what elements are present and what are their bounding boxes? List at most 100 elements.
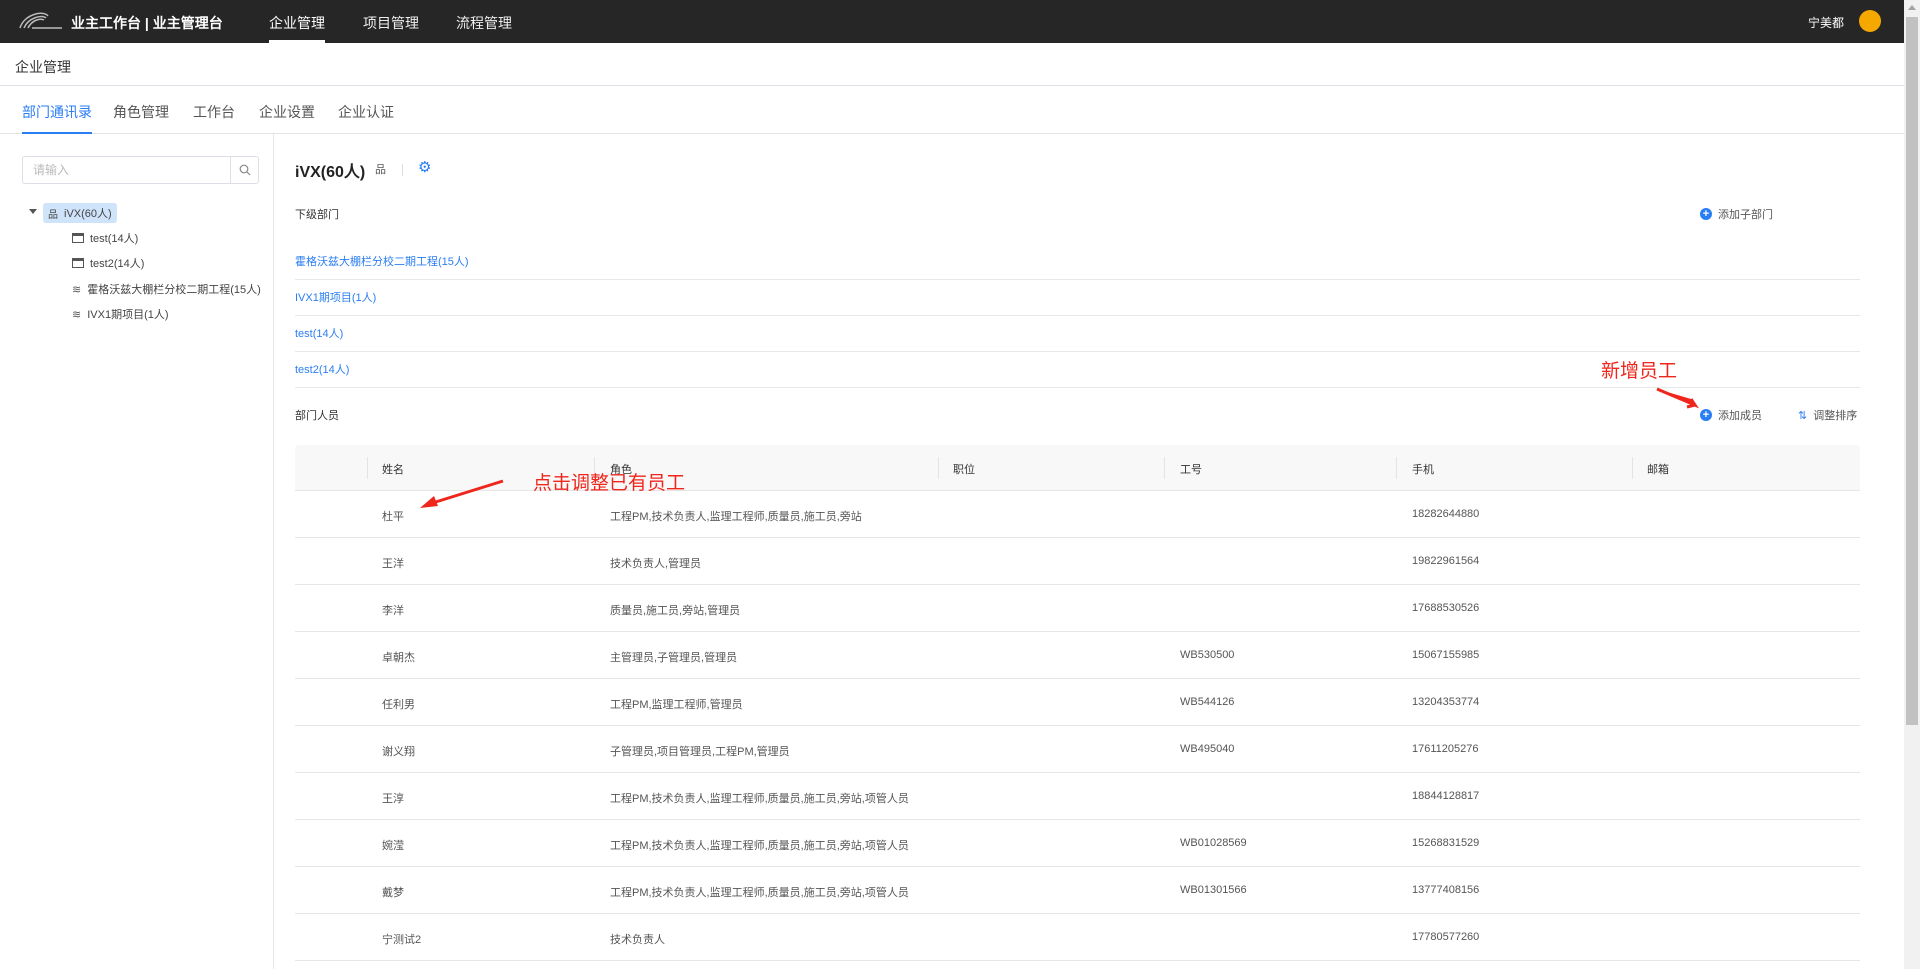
table-row[interactable]: 婉滢 工程PM,技术负责人,监理工程师,质量员,施工员,旁站,项管人员 WB0102… (295, 820, 1860, 867)
table-row[interactable]: 卓朝杰 主管理员,子管理员,管理员 WB530500 15067155985 (295, 632, 1860, 679)
tab-dept-directory[interactable]: 部门通讯录 (22, 102, 92, 134)
cell-phone: 17780577260 (1412, 931, 1480, 943)
table-row[interactable]: 杜平 工程PM,技术负责人,监理工程师,质量员,施工员,旁站 18282644880 (295, 491, 1860, 538)
add-sub-dept-button[interactable]: + 添加子部门 (1700, 206, 1773, 222)
cell-phone: 17688530526 (1412, 602, 1480, 614)
column-divider (1396, 457, 1397, 479)
cell-phone: 18282644880 (1412, 508, 1480, 520)
cell-name[interactable]: 杜平 (382, 508, 404, 524)
tab-roles[interactable]: 角色管理 (113, 102, 169, 122)
divider (402, 164, 403, 176)
top-navbar: 业主工作台 | 业主管理台 企业管理 项目管理 流程管理 宁美都 (0, 0, 1904, 43)
sub-dept-row[interactable]: IVX1期项目(1人) (295, 280, 1860, 316)
org-icon: 品 (48, 209, 58, 221)
tree-item-root[interactable]: 品 iVX(60人) (43, 203, 117, 223)
cell-name[interactable]: 任利男 (382, 696, 415, 712)
table-row[interactable]: 宁测试2 技术负责人 17780577260 (295, 914, 1860, 961)
tree-item[interactable]: ≋ IVX1期项目(1人) (72, 304, 169, 324)
cell-name[interactable]: 王淳 (382, 790, 404, 806)
org-chart-icon[interactable]: 品 (375, 161, 386, 177)
table-row[interactable]: 王淳 工程PM,技术负责人,监理工程师,质量员,施工员,旁站,项管人员 188441… (295, 773, 1860, 820)
table-row[interactable]: 戴梦 工程PM,技术负责人,监理工程师,质量员,施工员,旁站,项管人员 WB0130… (295, 867, 1860, 914)
tree-item[interactable]: test2(14人) (72, 253, 144, 273)
cell-name[interactable]: 李洋 (382, 602, 404, 618)
sub-dept-row[interactable]: test(14人) (295, 316, 1860, 352)
annotation-edit-employee: 点击调整已有员工 (533, 473, 686, 494)
cell-phone: 19822961564 (1412, 555, 1480, 567)
tree-label: test(14人) (90, 233, 139, 245)
plus-circle-icon: + (1700, 208, 1712, 220)
adjust-sort-button[interactable]: ⇅ 调整排序 (1798, 407, 1857, 423)
table-row[interactable]: 王洋 技术负责人,管理员 19822961564 (295, 538, 1860, 585)
tab-certification[interactable]: 企业认证 (338, 102, 394, 122)
scrollbar-thumb[interactable] (1906, 17, 1918, 725)
cell-role: 工程PM,监理工程师,管理员 (610, 699, 743, 711)
search-button[interactable] (230, 157, 258, 183)
cell-phone: 13777408156 (1412, 884, 1480, 896)
sub-dept-link[interactable]: IVX1期项目(1人) (295, 292, 376, 304)
cell-role: 质量员,施工员,旁站,管理员 (610, 605, 741, 617)
layers-icon: ≋ (72, 308, 82, 321)
table-row[interactable]: 李洋 质量员,施工员,旁站,管理员 17688530526 (295, 585, 1860, 632)
sort-icon: ⇅ (1798, 409, 1808, 422)
logo-icon (19, 12, 62, 29)
tree-item[interactable]: test(14人) (72, 228, 138, 248)
tab-bar: 部门通讯录 角色管理 工作台 企业设置 企业认证 (0, 86, 1904, 134)
sub-dept-link[interactable]: test(14人) (295, 328, 343, 340)
annotation-arrow-icon (1656, 387, 1700, 409)
cell-role: 主管理员,子管理员,管理员 (610, 652, 738, 664)
tree-label: 霍格沃兹大棚栏分校二期工程(15人) (87, 284, 261, 296)
search-icon (239, 164, 250, 176)
cell-phone: 18844128817 (1412, 790, 1480, 802)
settings-gear-icon[interactable]: ⚙ (418, 158, 431, 176)
button-label: 添加子部门 (1718, 209, 1773, 221)
card-icon (72, 233, 84, 243)
column-divider (938, 457, 939, 479)
sub-dept-link[interactable]: test2(14人) (295, 364, 349, 376)
scrollbar[interactable] (1904, 0, 1920, 969)
cell-name[interactable]: 戴梦 (382, 884, 404, 900)
search-input[interactable] (23, 157, 228, 183)
annotation-add-employee: 新增员工 (1601, 361, 1678, 382)
cell-role: 工程PM,技术负责人,监理工程师,质量员,施工员,旁站,项管人员 (610, 793, 909, 805)
table-row[interactable]: 谢义翔 子管理员,项目管理员,工程PM,管理员 WB495040 1761120527… (295, 726, 1860, 773)
scroll-up-icon[interactable] (1908, 5, 1916, 10)
sub-dept-link[interactable]: 霍格沃兹大棚栏分校二期工程(15人) (295, 256, 469, 268)
cell-phone: 15067155985 (1412, 649, 1480, 661)
nav-process[interactable]: 流程管理 (456, 13, 512, 33)
cell-role: 工程PM,技术负责人,监理工程师,质量员,施工员,旁站 (610, 511, 862, 523)
page-title: 企业管理 (0, 43, 1904, 86)
cell-name[interactable]: 宁测试2 (382, 931, 421, 947)
sub-dept-row[interactable]: 霍格沃兹大棚栏分校二期工程(15人) (295, 244, 1860, 280)
cell-role: 技术负责人 (610, 934, 665, 946)
annotation-arrow-icon (420, 479, 504, 508)
column-divider (1632, 457, 1633, 479)
nav-enterprise[interactable]: 企业管理 (269, 13, 325, 43)
tree-item[interactable]: ≋ 霍格沃兹大棚栏分校二期工程(15人) (72, 279, 261, 299)
cell-name[interactable]: 谢义翔 (382, 743, 415, 759)
nav-project[interactable]: 项目管理 (363, 13, 419, 33)
tab-workbench[interactable]: 工作台 (193, 102, 235, 122)
button-label: 调整排序 (1813, 410, 1858, 422)
user-name[interactable]: 宁美都 (1808, 14, 1844, 31)
column-divider (1164, 457, 1165, 479)
cell-phone: 13204353774 (1412, 696, 1480, 708)
cell-id: WB01301566 (1180, 884, 1247, 896)
tree-label: IVX1期项目(1人) (87, 309, 169, 321)
app-title: 业主工作台 | 业主管理台 (71, 15, 223, 31)
add-member-button[interactable]: + 添加成员 (1700, 407, 1762, 423)
tab-settings[interactable]: 企业设置 (259, 102, 315, 122)
table-row[interactable]: 任利男 工程PM,监理工程师,管理员 WB544126 13204353774 (295, 679, 1860, 726)
cell-name[interactable]: 王洋 (382, 555, 404, 571)
collapse-caret-icon[interactable] (29, 209, 37, 214)
cell-name[interactable]: 婉滢 (382, 837, 404, 853)
column-header-email: 邮箱 (1647, 464, 1669, 476)
search-box (22, 156, 259, 184)
cell-id: WB495040 (1180, 743, 1235, 755)
table-header: 姓名 角色 职位 工号 手机 邮箱 (295, 445, 1860, 491)
cell-name[interactable]: 卓朝杰 (382, 649, 415, 665)
cell-role: 子管理员,项目管理员,工程PM,管理员 (610, 746, 790, 758)
cell-role: 技术负责人,管理员 (610, 558, 702, 570)
dept-tree-panel: 品 iVX(60人) test(14人) test2(14人) ≋ 霍格沃兹大棚… (0, 134, 274, 969)
avatar[interactable] (1859, 10, 1881, 32)
